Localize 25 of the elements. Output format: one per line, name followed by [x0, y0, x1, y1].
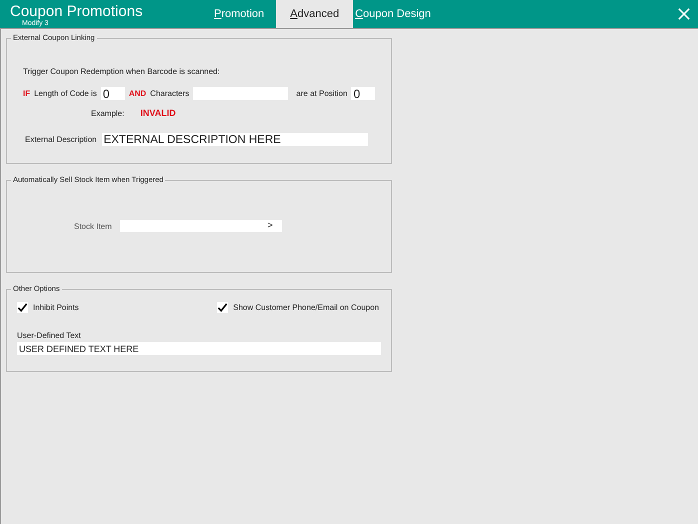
trigger-label: Trigger Coupon Redemption when Barcode is scanned: [23, 67, 221, 76]
tab[interactable]: Advanced [276, 0, 354, 28]
and-label: AND [128, 89, 146, 98]
close-icon[interactable] [678, 8, 690, 20]
user-text-field[interactable]: USER DEFINED TEXT HERE [17, 342, 381, 355]
length-label: Length of Code is [34, 89, 97, 98]
description-label: External Description [25, 135, 97, 144]
description-field[interactable]: EXTERNAL DESCRIPTION HERE [102, 133, 368, 146]
tab[interactable]: Coupon Design [353, 0, 443, 28]
checkbox-label: Show Customer Phone/Email on Coupon [233, 303, 379, 312]
if-label: IF [23, 89, 30, 98]
example-value: INVALID [140, 108, 176, 118]
stock-item-label: Stock Item [74, 222, 112, 230]
position-label: are at Position [296, 89, 348, 98]
checkbox-label: Inhibit Points [33, 303, 79, 312]
tab[interactable]: Promotion [202, 0, 276, 28]
user-text-label: User-Defined Text [17, 331, 82, 340]
position-field[interactable]: 0 [351, 87, 376, 100]
characters-label: Characters [150, 89, 190, 98]
checkbox[interactable] [217, 302, 228, 313]
stock-item-field[interactable]: > [120, 220, 282, 232]
window-title: Coupon Promotions [10, 5, 143, 19]
checkbox[interactable] [17, 302, 28, 313]
example-label: Example: [91, 108, 124, 118]
length-field[interactable]: 0 [100, 87, 125, 100]
